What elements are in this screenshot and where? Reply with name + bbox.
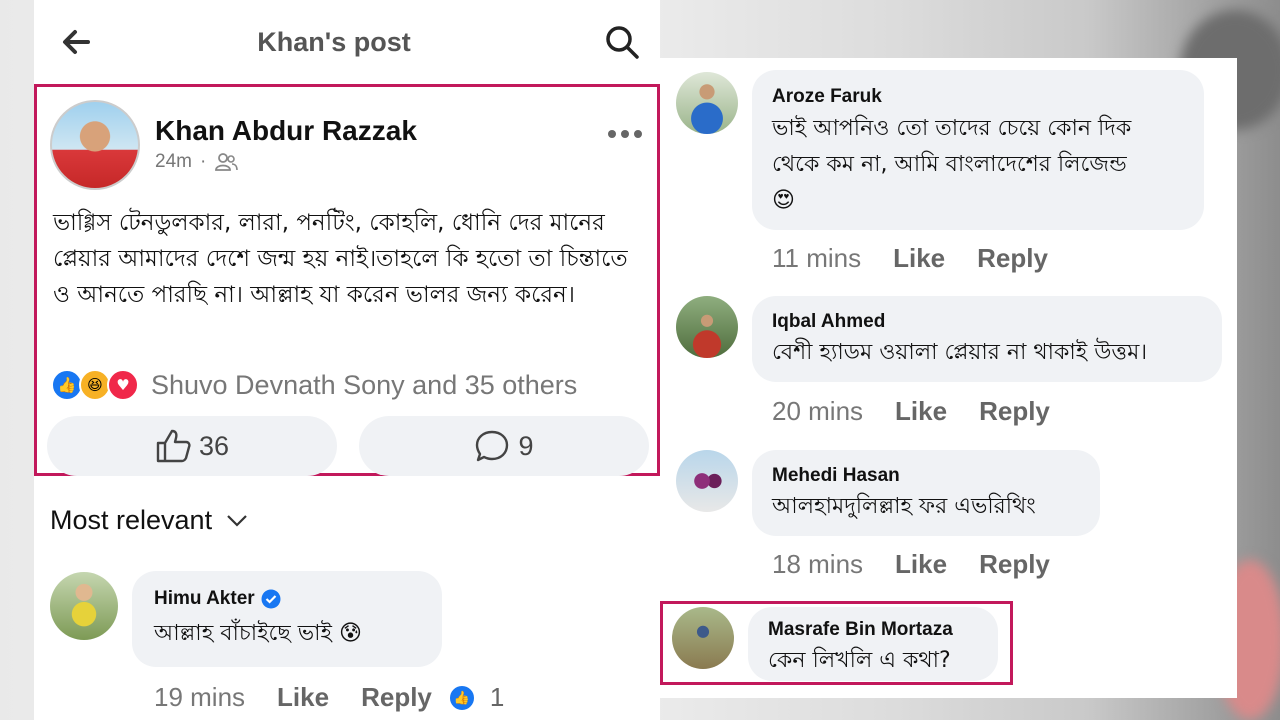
comment-reply-button[interactable]: Reply [977,243,1048,274]
author-name[interactable]: Khan Abdur Razzak [155,115,417,147]
comment-text: ভাই আপনিও তো তাদের চেয়ে কোন দিক থেকে কম… [772,111,1192,219]
like-count: 36 [198,430,230,461]
comment-reply-button[interactable]: Reply [979,396,1050,427]
comment-bubble: Mehedi Hasan আলহামদুলিল্লাহ ফর এভরিথিং [752,450,1100,536]
chevron-down-icon [227,514,247,527]
emoji: 😰 [338,621,362,646]
commenter-avatar[interactable] [50,572,118,640]
comment-text: আলহামদুলিল্লাহ ফর এভরিথিং [772,494,1036,519]
search-icon[interactable] [604,24,640,60]
commenter-avatar[interactable] [672,607,734,669]
author-avatar[interactable] [50,100,140,190]
post-card: Khan Abdur Razzak 24m · ভাগ্গিস টেনডুলকা… [34,84,660,476]
friends-icon [215,153,239,171]
thumbs-up-icon [156,429,191,463]
comment-like-button[interactable]: Like [895,396,947,427]
comment-like-button[interactable]: Like [895,549,947,580]
comment-actions: 18 mins Like Reply [772,549,1082,580]
commenter-name[interactable]: Aroze Faruk [772,86,882,108]
comment-button[interactable]: 9 [359,416,649,476]
like-button[interactable]: 36 [47,416,337,476]
comment-actions: 11 mins Like Reply [772,243,1080,274]
emoji: 😍 [772,188,795,213]
page-title: Khan's post [257,27,411,57]
commenter-name[interactable]: Himu Akter [154,588,281,610]
love-reaction-icon: ♥ [107,369,139,401]
meta-separator: · [199,151,207,172]
comment-bubble: Masrafe Bin Mortaza কেন লিখলি এ কথা? [748,607,998,681]
comment-bubble: Himu Akter আল্লাহ বাঁচাইছে ভাই 😰 [132,571,442,667]
commenter-avatar[interactable] [676,296,738,358]
comment-like-button[interactable]: Like [277,682,329,713]
commenter-avatar[interactable] [676,450,738,512]
reactions-summary[interactable]: 👍 😆 ♥ Shuvo Devnath Sony and 35 others [51,369,577,401]
post-time[interactable]: 24m [155,151,192,173]
reactions-text: Shuvo Devnath Sony and 35 others [151,369,578,400]
comment-text: বেশী হ্যাডম ওয়ালা প্লেয়ার না থাকাই উত্… [772,340,1148,365]
comment-reply-button[interactable]: Reply [361,682,432,713]
comment-time: 19 mins [154,682,246,712]
comment-time: 11 mins [772,243,862,273]
post-meta: 24m · [155,151,239,173]
comment-like-button[interactable]: Like [893,243,945,274]
comment-actions: 19 mins Like Reply 👍 1 [154,682,504,713]
commenter-avatar[interactable] [676,72,738,134]
verified-badge-icon [261,589,281,609]
comment-bubble: Iqbal Ahmed বেশী হ্যাডম ওয়ালা প্লেয়ার … [752,296,1222,382]
post-text: ভাগ্গিস টেনডুলকার, লারা, পনটিং, কোহলি, ধ… [53,210,628,308]
post-panel: Khan's post Khan Abdur Razzak 24m · ভাগ্… [34,0,660,720]
comment-text: কেন লিখলি এ কথা? [768,648,951,673]
top-bar: Khan's post [34,0,660,84]
commenter-name[interactable]: Masrafe Bin Mortaza [768,619,953,641]
comment-bubble: Aroze Faruk ভাই আপনিও তো তাদের চেয়ে কোন… [752,70,1204,230]
comment-actions: 20 mins Like Reply [772,396,1082,427]
sort-dropdown[interactable]: Most relevant [50,505,248,536]
more-horizontal-icon[interactable] [607,127,643,141]
commenter-name[interactable]: Iqbal Ahmed [772,311,885,333]
comment-time: 18 mins [772,549,864,579]
comment-reply-button[interactable]: Reply [979,549,1050,580]
speech-bubble-icon [476,430,509,462]
comment-text: আল্লাহ বাঁচাইছে ভাই 😰 [154,621,362,646]
comment-like-count: 1 [489,682,505,712]
sort-label: Most relevant [50,505,213,535]
commenter-name[interactable]: Mehedi Hasan [772,465,900,487]
comment-time: 20 mins [772,396,864,426]
comments-panel: Aroze Faruk ভাই আপনিও তো তাদের চেয়ে কোন… [660,58,1237,698]
comment-count: 9 [518,430,534,461]
like-reaction-icon: 👍 [447,683,476,712]
